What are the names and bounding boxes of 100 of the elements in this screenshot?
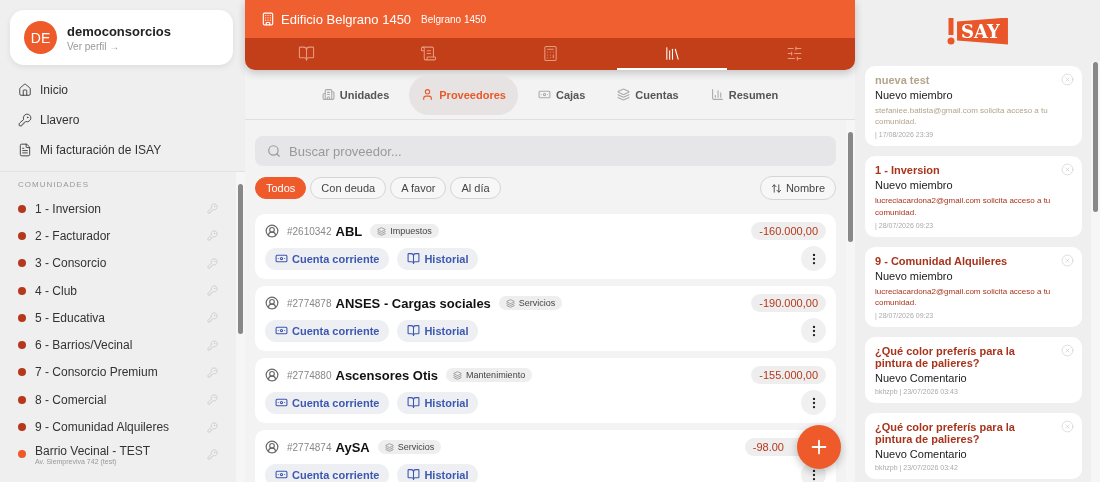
notification-title: ¿Qué color preferís para la pintura de palieres?	[875, 345, 1016, 370]
balance-amount: -155.000,00	[751, 366, 826, 384]
notification-message: lucreciacardona2@gmail.com solicita acceso a tu comunidad.	[875, 285, 1052, 309]
filter-chip[interactable]: Al día	[450, 177, 501, 199]
notification-subtitle: Nuevo miembro	[875, 269, 954, 282]
community-item[interactable]: 1 - Inversion	[18, 195, 236, 223]
layers-icon	[505, 298, 515, 308]
close-button[interactable]	[1061, 253, 1074, 267]
sub-tab[interactable]: Cuentas	[605, 74, 691, 115]
action-button[interactable]: Cuenta corriente	[265, 391, 390, 414]
notification-subtitle: Nuevo Comentario	[875, 372, 968, 385]
user-icon	[265, 224, 279, 238]
notification-title: nueva test	[875, 74, 931, 86]
notification-message: lucreciacardona2@gmail.com solicita acceso a tu comunidad.	[875, 195, 1052, 218]
banknote-icon	[275, 468, 288, 481]
scroll-icon	[419, 44, 437, 62]
community-item[interactable]: 4 - Club	[18, 276, 236, 305]
user-name: democonsorcios	[67, 23, 172, 39]
sub-tab[interactable]: Resumen	[698, 74, 791, 115]
building-icon	[321, 88, 335, 101]
community-item[interactable]: 3 - Consorcio	[18, 249, 236, 277]
user-icon	[421, 88, 435, 101]
layers-icon	[384, 442, 394, 452]
banknote-icon	[275, 252, 288, 265]
key-icon	[207, 394, 218, 406]
community-item[interactable]: 8 - Comercial	[18, 386, 236, 414]
community-item[interactable]: 7 - Consorcio Premium	[18, 358, 236, 387]
action-button[interactable]: Cuenta corriente	[265, 319, 390, 342]
building-subtitle: Belgrano 1450	[421, 13, 487, 25]
sub-tab[interactable]: Unidades	[309, 74, 402, 115]
community-item[interactable]: 5 - Educativa	[18, 304, 236, 332]
filter-chip[interactable]: Con deuda	[310, 177, 387, 199]
provider-id: #2610342	[287, 225, 332, 237]
close-button[interactable]	[1061, 73, 1074, 86]
key-icon	[207, 366, 218, 378]
search-icon	[267, 144, 281, 158]
user-icon	[265, 368, 279, 382]
close-icon	[1061, 73, 1074, 86]
community-item[interactable]: 9 - Comunidad Alquileres	[18, 413, 236, 441]
action-button[interactable]: Cuenta corriente	[265, 463, 390, 482]
action-button[interactable]: Historial	[397, 391, 479, 414]
close-icon	[1061, 253, 1074, 267]
scrollbar[interactable]	[236, 172, 245, 482]
filter-chip[interactable]: A favor	[390, 177, 447, 199]
scrollbar[interactable]	[1091, 62, 1100, 482]
provider-name: ANSES - Cargas sociales	[335, 295, 491, 311]
notification-title: ¿Qué color preferís para la pintura de palieres?	[875, 421, 1016, 446]
action-button[interactable]: Historial	[397, 319, 479, 342]
balance-amount: -160.000,00	[751, 222, 826, 240]
key-icon	[207, 257, 218, 269]
key-icon	[207, 339, 218, 351]
notification-subtitle: Nuevo miembro	[875, 89, 954, 101]
user-icon	[265, 440, 279, 454]
sort-button[interactable]: Nombre	[759, 176, 836, 200]
close-button[interactable]	[1061, 163, 1074, 177]
layers-icon	[377, 226, 387, 236]
banknote-icon	[275, 324, 288, 337]
book-icon	[407, 324, 421, 337]
layers-icon	[617, 88, 631, 101]
provider-name: Ascensores Otis	[335, 367, 439, 383]
nav-item[interactable]: Mi facturación de ISAY	[18, 135, 245, 165]
key-icon	[207, 421, 218, 433]
bar-chart-icon	[710, 88, 724, 101]
library-icon	[663, 44, 681, 62]
category-tag: Impuestos	[370, 224, 439, 238]
notification-subtitle: Nuevo Comentario	[875, 448, 968, 461]
user-icon	[265, 296, 279, 310]
close-icon	[1061, 163, 1074, 177]
key-icon	[207, 448, 218, 460]
community-item[interactable]: 2 - Facturador	[18, 222, 236, 250]
action-button[interactable]: Historial	[397, 463, 479, 482]
action-button[interactable]: Historial	[397, 247, 479, 270]
key-icon	[18, 113, 32, 127]
book-icon	[407, 468, 421, 481]
provider-id: #2774880	[287, 369, 332, 381]
community-item[interactable]: 6 - Barrios/Vecinal	[18, 331, 236, 359]
logo: SAY	[947, 16, 1008, 46]
key-icon	[207, 230, 218, 242]
notification-title: 9 - Comunidad Alquileres	[875, 254, 1009, 267]
nav-item[interactable]: Llavero	[18, 105, 245, 135]
close-button[interactable]	[1061, 420, 1074, 434]
search-field[interactable]: Buscar proveedor...	[255, 136, 836, 166]
nav-item[interactable]: Inicio	[18, 75, 245, 105]
notification-title: 1 - Inversion	[875, 164, 941, 177]
category-tag: Servicios	[377, 440, 442, 454]
close-icon	[1061, 420, 1074, 434]
balance-amount: -190.000,00	[751, 294, 826, 312]
section-heading: COMUNIDADES	[18, 180, 90, 189]
sort-icon	[770, 182, 782, 194]
sub-tab[interactable]: Cajas	[525, 74, 598, 115]
provider-name: AySA	[335, 439, 370, 455]
book-icon	[407, 252, 421, 265]
key-icon	[207, 203, 218, 215]
home-icon	[18, 83, 32, 97]
notification-subtitle: Nuevo miembro	[875, 179, 954, 192]
action-button[interactable]: Cuenta corriente	[265, 247, 390, 270]
sliders-icon	[785, 44, 803, 62]
close-button[interactable]	[1061, 344, 1074, 358]
book-icon	[407, 396, 421, 409]
category-tag: Mantenimiento	[446, 368, 533, 382]
